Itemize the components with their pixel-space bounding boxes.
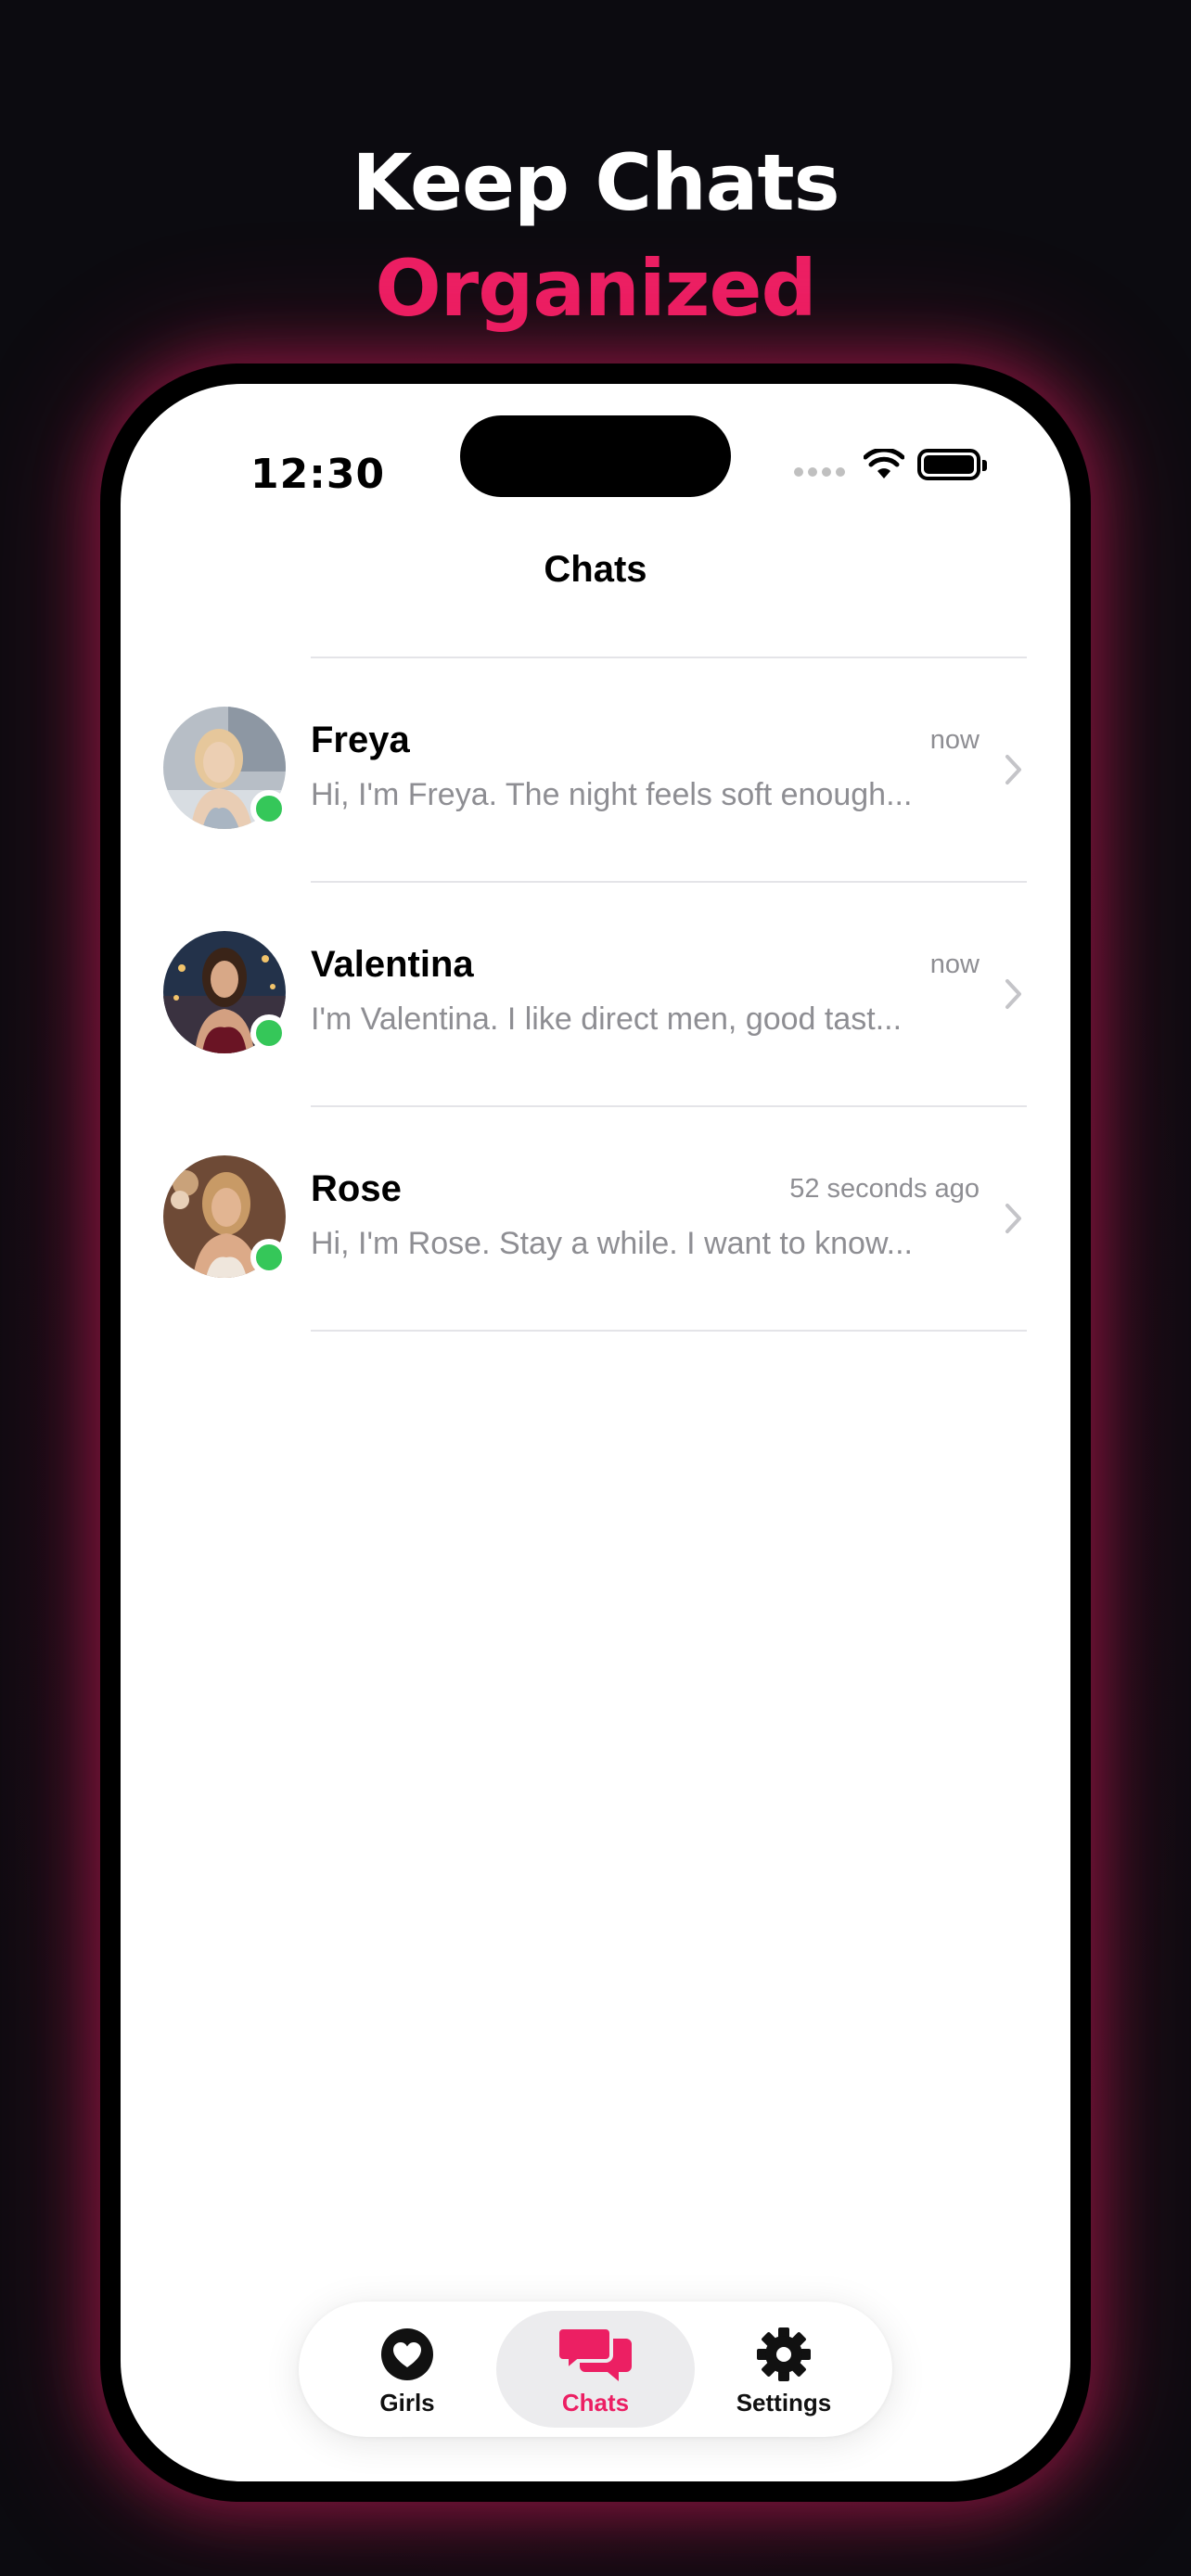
online-indicator — [250, 1014, 288, 1052]
headline-line-2: Organized — [375, 243, 816, 334]
online-indicator — [250, 1239, 288, 1276]
chat-timestamp: now — [929, 950, 980, 979]
gear-icon — [757, 2327, 811, 2381]
status-icons — [794, 441, 987, 488]
heart-icon — [381, 2328, 433, 2380]
page-title: Chats — [544, 549, 647, 590]
divider — [311, 1330, 1027, 1332]
online-indicator — [250, 790, 288, 827]
chat-name: Valentina — [311, 944, 474, 985]
chat-bubbles-icon — [557, 2326, 632, 2381]
chat-preview: Hi, I'm Freya. The night feels soft enou… — [311, 777, 913, 812]
chat-row-valentina[interactable]: Valentina now I'm Valentina. I like dire… — [121, 883, 1070, 1105]
tab-girls[interactable]: Girls — [308, 2311, 506, 2428]
tab-label: Chats — [561, 2389, 630, 2417]
chat-row-rose[interactable]: Rose 52 seconds ago Hi, I'm Rose. Stay a… — [121, 1107, 1070, 1330]
phone-screen: 12:30 Chats Freya now Hi, I'm Freya. The… — [121, 384, 1070, 2481]
tab-label: Girls — [379, 2389, 435, 2417]
chat-preview: I'm Valentina. I like direct men, good t… — [311, 1001, 903, 1037]
tab-bar: Girls Chats Settings — [299, 2302, 892, 2437]
wifi-icon — [864, 449, 904, 478]
chat-preview: Hi, I'm Rose. Stay a while. I want to kn… — [311, 1226, 913, 1261]
chat-timestamp: 52 seconds ago — [789, 1174, 980, 1204]
chat-row-freya[interactable]: Freya now Hi, I'm Freya. The night feels… — [121, 658, 1070, 881]
status-time: 12:30 — [250, 451, 386, 498]
chevron-right-icon — [1005, 979, 1021, 1009]
chat-name: Freya — [311, 720, 410, 760]
tab-label: Settings — [736, 2389, 832, 2417]
cellular-signal-icon — [794, 467, 845, 477]
chat-timestamp: now — [929, 725, 980, 755]
chevron-right-icon — [1005, 755, 1021, 784]
dynamic-island — [460, 415, 731, 497]
chat-name: Rose — [311, 1168, 402, 1209]
promo-headline: Keep Chats Organized — [0, 130, 1191, 341]
battery-icon — [917, 449, 987, 480]
headline-line-1: Keep Chats — [352, 137, 839, 228]
tab-chats[interactable]: Chats — [496, 2311, 695, 2428]
tab-settings[interactable]: Settings — [685, 2311, 883, 2428]
phone-frame: 12:30 Chats Freya now Hi, I'm Freya. The… — [100, 363, 1091, 2502]
chevron-right-icon — [1005, 1204, 1021, 1233]
